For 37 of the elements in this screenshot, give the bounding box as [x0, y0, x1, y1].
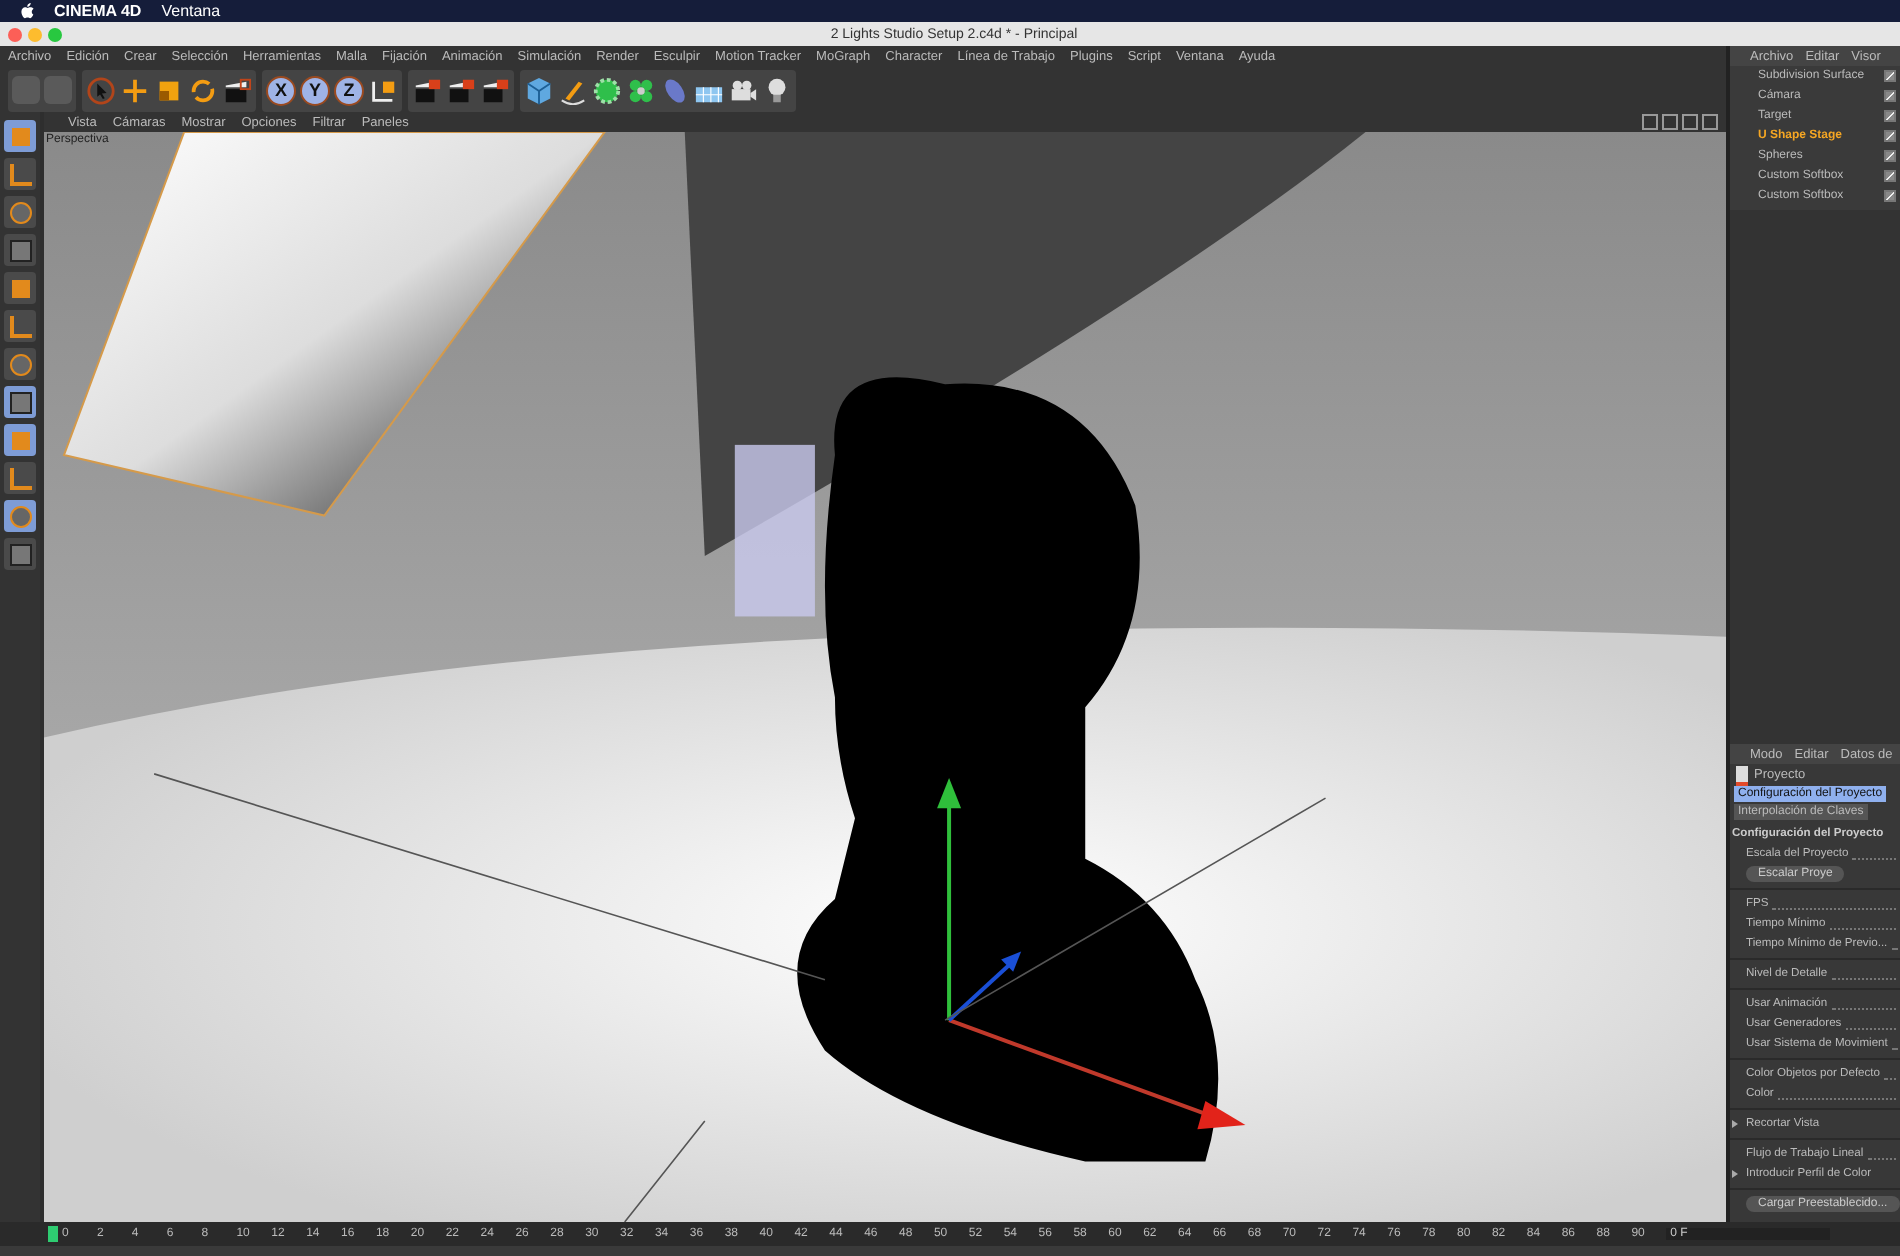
gear-icon[interactable] — [592, 75, 622, 105]
axis-lock-button[interactable]: Y — [300, 75, 330, 105]
axis-lock-button[interactable]: X — [266, 75, 296, 105]
visibility-checkbox[interactable] — [1884, 150, 1896, 162]
render-clapboard-icon[interactable] — [446, 75, 476, 105]
render-clapboard-icon[interactable] — [480, 75, 510, 105]
visibility-checkbox[interactable] — [1884, 170, 1896, 182]
tool-button[interactable] — [4, 272, 36, 304]
close-button[interactable] — [8, 27, 22, 41]
apple-icon[interactable] — [20, 2, 34, 20]
render-clapboard-icon[interactable] — [412, 75, 442, 105]
flower-icon[interactable] — [626, 75, 656, 105]
tool-button[interactable] — [4, 158, 36, 190]
expand-arrow-icon[interactable] — [1732, 1170, 1738, 1178]
tool-button[interactable] — [4, 538, 36, 570]
app-name[interactable]: CINEMA 4D — [54, 2, 142, 20]
camera-icon[interactable] — [728, 75, 758, 105]
cube-icon[interactable] — [524, 75, 554, 105]
visibility-checkbox[interactable] — [1884, 70, 1896, 82]
mac-menu-item[interactable]: Ventana — [161, 2, 221, 20]
tool-button[interactable] — [4, 386, 36, 418]
axis-lock-button[interactable]: Z — [334, 75, 364, 105]
rotate-icon[interactable] — [188, 75, 218, 105]
tool-button[interactable] — [4, 310, 36, 342]
tool-button[interactable] — [4, 462, 36, 494]
expand-arrow-icon[interactable] — [1732, 1120, 1738, 1128]
tool-button[interactable] — [4, 348, 36, 380]
visibility-checkbox[interactable] — [1884, 90, 1896, 102]
tool-button[interactable] — [4, 234, 36, 266]
visibility-checkbox[interactable] — [1884, 190, 1896, 202]
tool-button[interactable] — [4, 196, 36, 228]
visibility-checkbox[interactable] — [1884, 130, 1896, 142]
visibility-checkbox[interactable] — [1884, 110, 1896, 122]
project-icon — [1736, 765, 1748, 785]
cursor-icon[interactable] — [86, 75, 116, 105]
move-icon[interactable] — [120, 75, 150, 105]
clapboard-icon[interactable] — [222, 75, 252, 105]
